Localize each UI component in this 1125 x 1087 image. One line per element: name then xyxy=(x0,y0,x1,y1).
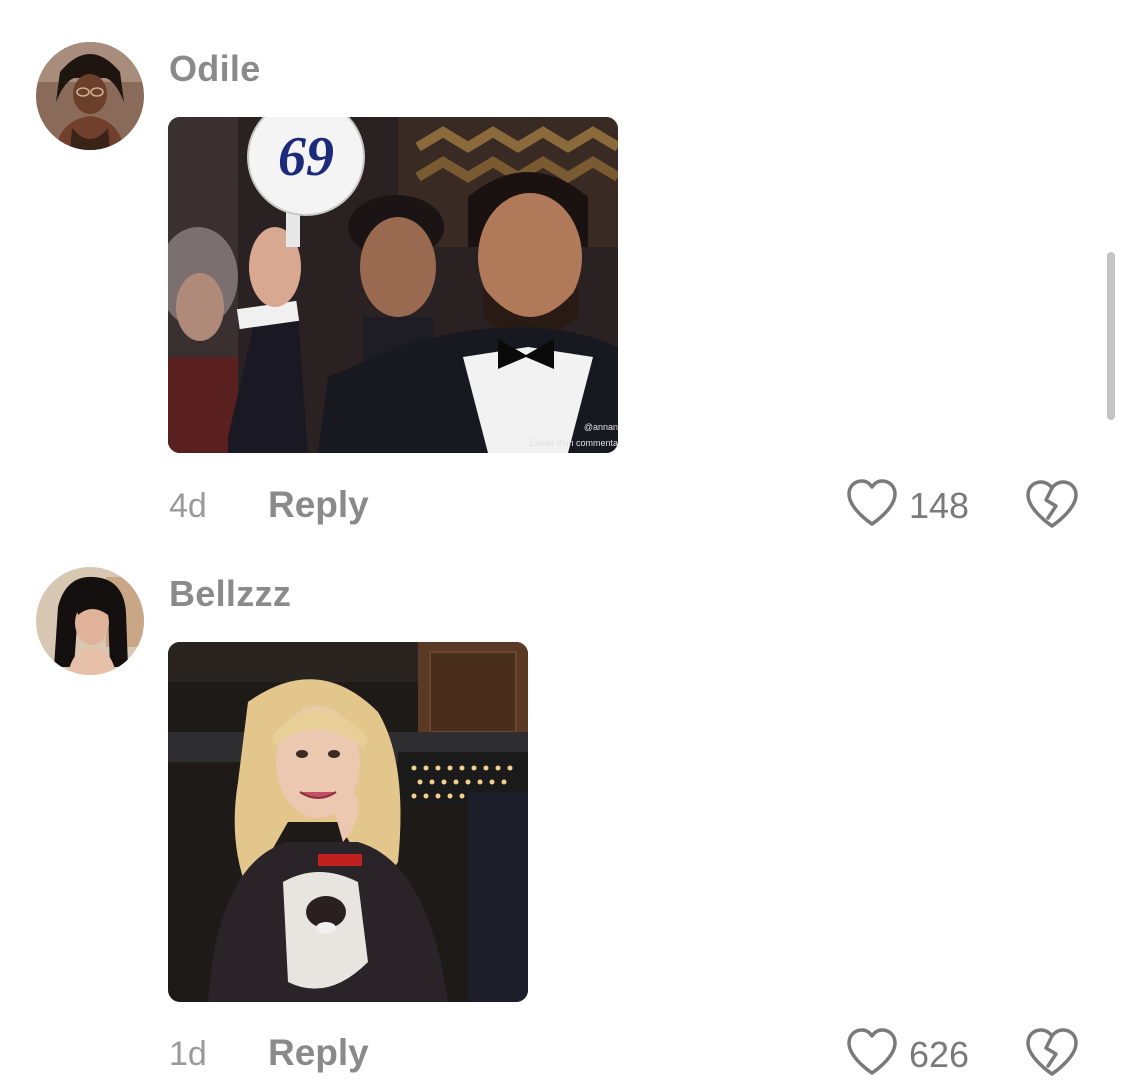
dislike-button[interactable] xyxy=(1024,478,1080,535)
like-count: 626 xyxy=(909,1033,970,1075)
dislike-button[interactable] xyxy=(1024,1026,1080,1083)
watermark-handle: @annan xyxy=(584,422,618,432)
like-button[interactable]: 626 xyxy=(845,1027,969,1082)
reply-button[interactable]: Reply xyxy=(268,1032,369,1074)
avatar[interactable] xyxy=(36,567,144,675)
scrollbar-thumb[interactable] xyxy=(1107,252,1115,420)
username[interactable]: Bellzzz xyxy=(169,573,291,615)
gif-image xyxy=(168,642,528,1002)
paddle-number: 69 xyxy=(278,126,334,188)
broken-heart-icon xyxy=(1024,480,1080,534)
broken-heart-icon xyxy=(1024,1028,1080,1082)
like-count: 148 xyxy=(909,484,970,526)
heart-outline-icon xyxy=(845,1027,899,1082)
comment-timestamp: 4d xyxy=(169,487,207,525)
comment-timestamp: 1d xyxy=(169,1035,207,1073)
comment-image[interactable]: 69 @annan Extrait d'un commenta xyxy=(168,117,618,453)
watermark-caption: Extrait d'un commenta xyxy=(529,438,618,448)
reply-button[interactable]: Reply xyxy=(268,484,369,526)
avatar[interactable] xyxy=(36,42,144,150)
like-button[interactable]: 148 xyxy=(845,478,969,533)
gif-image: 69 @annan Extrait d'un commenta xyxy=(168,117,618,453)
comment-image[interactable] xyxy=(168,642,528,1002)
username[interactable]: Odile xyxy=(169,48,261,90)
heart-outline-icon xyxy=(845,478,899,533)
